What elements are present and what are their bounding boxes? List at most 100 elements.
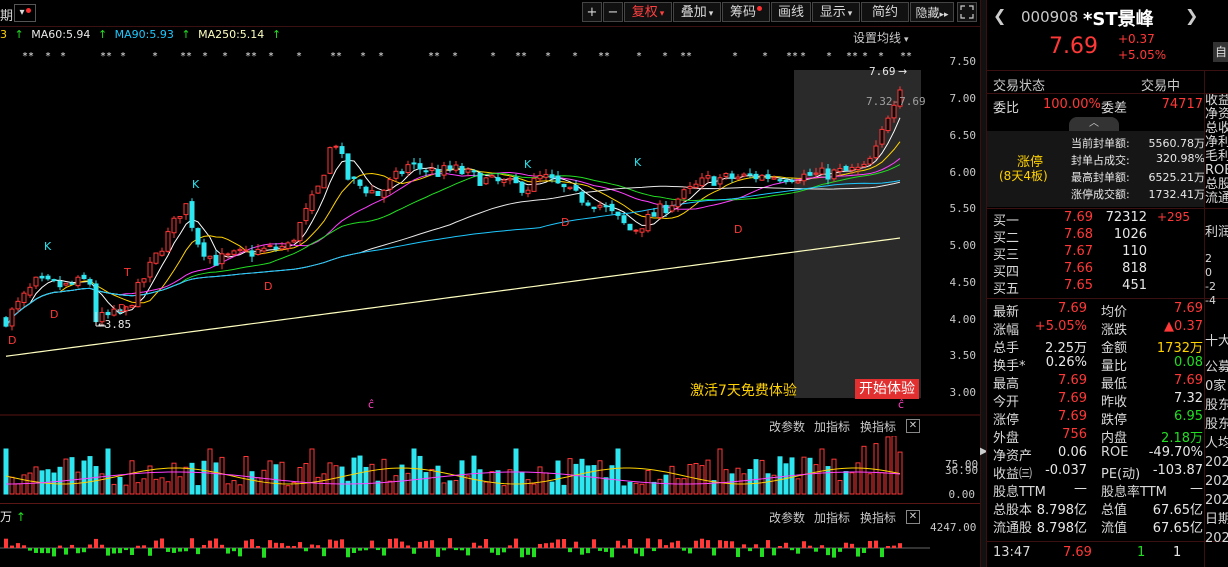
zoom-in-button[interactable]: +	[582, 2, 602, 22]
flow-bar	[844, 542, 848, 548]
price-tick: 5.50	[949, 202, 977, 216]
stat-value-2: -103.87	[1152, 463, 1203, 478]
chart-toolbar: 期 ▾ + − 复权 ▾ 叠加 ▾ 筹码 画线 显示 ▾ 简约 隐藏▸▸	[0, 0, 980, 27]
flow-bar	[142, 545, 146, 548]
start-trial-button[interactable]: 开始体验	[855, 379, 919, 399]
quote-panel: ❮ 000908 *ST景峰 ❯ 7.69 +0.37 +5.05% 自 交易状…	[986, 0, 1228, 567]
flow-bar	[628, 539, 632, 548]
sub2-switch-indicator[interactable]: 换指标	[860, 509, 896, 526]
chevron-right-icon[interactable]: ❯	[1185, 6, 1198, 25]
stock-code: 000908	[1021, 8, 1079, 26]
bid-row[interactable]: 买一 7.69 72312 +295	[987, 210, 1205, 229]
flow-bar	[616, 540, 620, 548]
sub2-chart[interactable]	[0, 528, 930, 567]
volume-bar	[603, 477, 609, 495]
bid-row[interactable]: 买五 7.65 451	[987, 278, 1205, 297]
volume-bar	[357, 455, 363, 495]
flow-bar	[544, 543, 548, 548]
volume-bar	[219, 456, 225, 495]
add-watchlist-button[interactable]: 自	[1213, 42, 1228, 62]
vol-change-params[interactable]: 改参数	[769, 418, 805, 435]
flow-bar	[340, 539, 344, 548]
flow-bar	[460, 548, 464, 551]
chips-button[interactable]: 筹码	[722, 2, 770, 22]
volume-bar	[615, 448, 621, 495]
stat-row: 换手* 0.26% 量比 0.08	[987, 355, 1205, 374]
price-tick: 7.50	[949, 55, 977, 69]
close-icon[interactable]: ✕	[906, 510, 920, 524]
vol-switch-indicator[interactable]: 换指标	[860, 418, 896, 435]
volume-bar	[531, 483, 537, 495]
bid-row[interactable]: 买四 7.66 818	[987, 261, 1205, 280]
candle	[357, 178, 363, 189]
sub2-add-indicator[interactable]: 加指标	[814, 509, 850, 526]
flow-bar	[172, 548, 176, 553]
zoom-out-button[interactable]: −	[603, 2, 623, 22]
volume-bar	[345, 480, 351, 495]
stat-label-2: 均价	[1101, 305, 1128, 320]
flow-bar	[670, 542, 674, 548]
collapse-tab[interactable]: ︿	[1069, 117, 1119, 131]
vol-add-indicator[interactable]: 加指标	[814, 418, 850, 435]
flow-bar	[886, 545, 890, 548]
candle	[57, 275, 63, 290]
candle	[699, 172, 705, 190]
volume-bar	[381, 458, 387, 495]
flow-bar	[532, 548, 536, 558]
draw-line-button[interactable]: 画线	[771, 2, 811, 22]
flow-bar	[118, 548, 122, 554]
volume-bar	[885, 436, 891, 495]
edge-text: 202	[1205, 455, 1228, 470]
candle	[477, 170, 483, 186]
flow-bar	[58, 545, 62, 548]
edge-text: 收益	[1205, 94, 1228, 108]
bid-price: 7.68	[1064, 227, 1093, 242]
volume-bar	[765, 473, 771, 495]
volume-bar	[441, 482, 447, 495]
volume-bar	[867, 473, 873, 495]
bid-row[interactable]: 买三 7.67 110	[987, 244, 1205, 263]
fuquan-button[interactable]: 复权 ▾	[624, 2, 672, 22]
price-tick: 4.50	[949, 275, 977, 289]
candle	[417, 158, 423, 175]
kline-chart[interactable]: ** * * ** * * ** * * ** * * ** * * ** * * ** * * ** * * ** * * ** * *…	[0, 44, 980, 416]
flow-bar	[148, 548, 152, 556]
finance-edge: 收益净资总收净利毛利ROE总股流通	[1205, 94, 1228, 206]
period-label[interactable]: 期	[0, 5, 13, 24]
flow-bar	[352, 548, 356, 553]
ma90-value: MA90:5.93	[114, 28, 174, 41]
range-label: 7.32-7.69	[866, 95, 926, 108]
stat-label: 涨幅	[993, 323, 1020, 338]
flow-bar	[328, 539, 332, 548]
flow-bar	[400, 541, 404, 548]
display-button[interactable]: 显示 ▾	[812, 2, 860, 22]
volume-bar	[135, 482, 141, 495]
chevron-left-icon[interactable]: ❮	[993, 6, 1006, 25]
stat-value-2: 67.65亿	[1152, 521, 1203, 536]
sub2-label: 万 ↑	[0, 508, 26, 525]
volume-bar	[891, 436, 897, 495]
flow-bar	[538, 543, 542, 548]
period-dropdown[interactable]: ▾	[14, 4, 36, 22]
volume-chart[interactable]	[0, 436, 980, 502]
volume-bar	[159, 477, 165, 495]
flow-bar	[388, 538, 392, 548]
simple-mode-button[interactable]: 简约	[861, 2, 909, 22]
chevron-down-icon: ▾	[659, 9, 665, 19]
volume-bar	[555, 460, 561, 495]
flow-bar	[112, 548, 116, 554]
close-icon[interactable]: ✕	[906, 419, 920, 433]
price-tick: 5.00	[949, 239, 977, 253]
stat-row: 总股本 8.798亿 总值 67.65亿	[987, 499, 1205, 518]
stat-row: 涨幅 +5.05% 涨跌 ▲0.37	[987, 319, 1205, 338]
hide-button[interactable]: 隐藏▸▸	[910, 2, 954, 22]
bid-row[interactable]: 买二 7.68 1026	[987, 227, 1205, 246]
fullscreen-button[interactable]	[957, 2, 977, 22]
flow-bar	[526, 548, 530, 555]
stat-row: 最高 7.69 最低 7.69	[987, 373, 1205, 392]
sub2-change-params[interactable]: 改参数	[769, 509, 805, 526]
volume-bar	[495, 470, 501, 495]
overlay-button[interactable]: 叠加 ▾	[673, 2, 721, 22]
limit-row-label: 最高封单额:	[1071, 171, 1130, 184]
candle	[675, 197, 681, 212]
